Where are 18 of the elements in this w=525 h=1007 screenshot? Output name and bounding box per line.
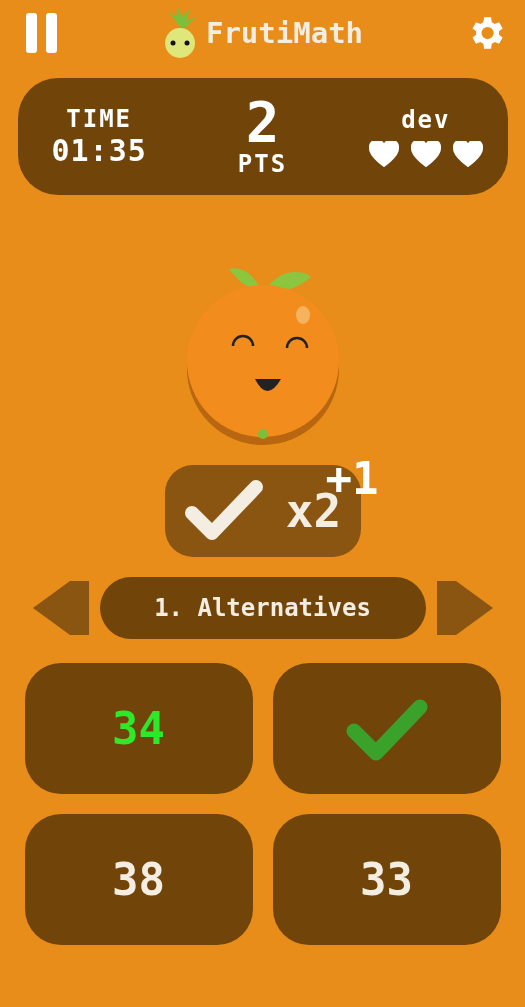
player-name: dev <box>401 106 451 135</box>
time-value: 01:35 <box>51 133 147 169</box>
app-title: FrutiMath <box>205 16 364 50</box>
pause-icon <box>26 13 58 53</box>
points-value: 2 <box>245 94 280 151</box>
answer-button[interactable]: 38 <box>24 814 253 945</box>
previous-button[interactable] <box>32 581 89 635</box>
answer-button[interactable]: 33 <box>272 814 501 945</box>
answer-button[interactable]: 34 <box>24 663 253 794</box>
time-label: TIME <box>66 104 133 134</box>
pause-button[interactable] <box>26 13 58 53</box>
answer-button[interactable] <box>272 663 501 794</box>
right-arrow-icon <box>436 581 493 635</box>
left-arrow-icon <box>32 581 89 635</box>
next-button[interactable] <box>436 581 493 635</box>
check-icon <box>183 479 264 543</box>
mode-selector[interactable]: 1. Alternatives <box>99 577 426 639</box>
points-label: PTS <box>237 150 288 179</box>
